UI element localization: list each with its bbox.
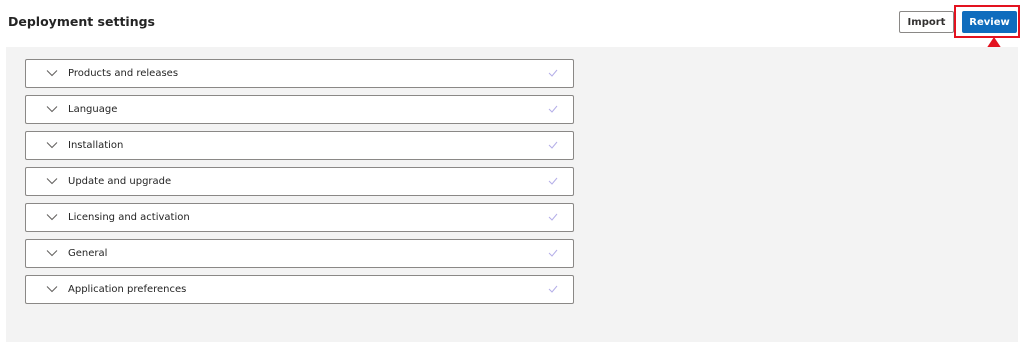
section-label: Installation bbox=[68, 140, 124, 151]
checkmark-icon bbox=[548, 141, 558, 149]
section-language[interactable]: Language bbox=[25, 95, 574, 124]
section-label: General bbox=[68, 248, 108, 259]
checkmark-icon bbox=[548, 285, 558, 293]
chevron-down-icon bbox=[46, 214, 58, 221]
checkmark-icon bbox=[548, 105, 558, 113]
chevron-down-icon bbox=[46, 178, 58, 185]
settings-content: Products and releases Language Installat… bbox=[6, 47, 1018, 342]
chevron-down-icon bbox=[46, 106, 58, 113]
section-general[interactable]: General bbox=[25, 239, 574, 268]
section-label: Licensing and activation bbox=[68, 212, 190, 223]
section-label: Language bbox=[68, 104, 118, 115]
section-label: Update and upgrade bbox=[68, 176, 172, 187]
page-title: Deployment settings bbox=[8, 14, 155, 29]
section-update-and-upgrade[interactable]: Update and upgrade bbox=[25, 167, 574, 196]
checkmark-icon bbox=[548, 177, 558, 185]
import-button[interactable]: Import bbox=[899, 11, 954, 33]
chevron-down-icon bbox=[46, 70, 58, 77]
checkmark-icon bbox=[548, 213, 558, 221]
section-application-preferences[interactable]: Application preferences bbox=[25, 275, 574, 304]
chevron-down-icon bbox=[46, 142, 58, 149]
section-label: Application preferences bbox=[68, 284, 187, 295]
section-label: Products and releases bbox=[68, 68, 179, 79]
checkmark-icon bbox=[548, 69, 558, 77]
settings-section-list: Products and releases Language Installat… bbox=[25, 59, 574, 311]
section-licensing-and-activation[interactable]: Licensing and activation bbox=[25, 203, 574, 232]
section-installation[interactable]: Installation bbox=[25, 131, 574, 160]
page-header: Deployment settings Import Review bbox=[0, 0, 1024, 75]
section-products-and-releases[interactable]: Products and releases bbox=[25, 59, 574, 88]
checkmark-icon bbox=[548, 249, 558, 257]
chevron-down-icon bbox=[46, 250, 58, 257]
chevron-down-icon bbox=[46, 286, 58, 293]
review-button[interactable]: Review bbox=[962, 11, 1017, 33]
